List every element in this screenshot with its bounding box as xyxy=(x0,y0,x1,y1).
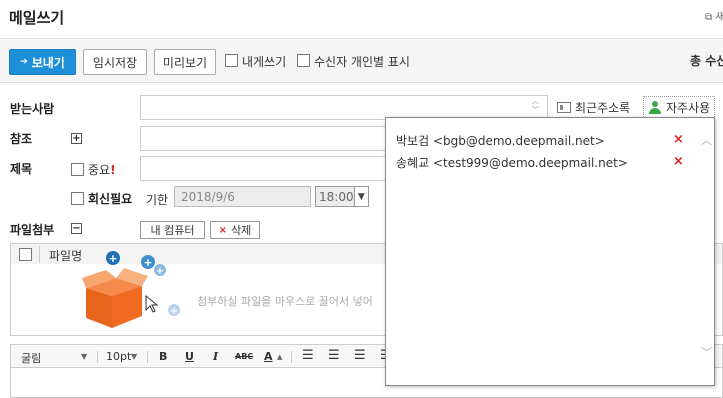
reply-required-label: 회신필요 xyxy=(88,192,133,206)
popout-link[interactable]: ⧉ 새 xyxy=(705,8,723,23)
toolbar: ➔ 보내기 임시저장 미리보기 내게쓰기 수신자 개인별 표시 xyxy=(0,39,723,83)
individual-display-label: 수신자 개인별 표시 xyxy=(314,55,410,69)
deadline-time-select[interactable]: 18:00 ▼ xyxy=(315,186,369,207)
select-all-files-checkbox[interactable] xyxy=(19,248,32,261)
self-write-checkbox[interactable] xyxy=(225,54,238,67)
scroll-down-icon[interactable]: ﹀ xyxy=(701,344,712,360)
frequent-contacts-label: 자주사용 xyxy=(666,101,711,115)
important-label: 중요! xyxy=(88,161,116,178)
remove-contact-icon[interactable]: × xyxy=(673,154,684,169)
svg-text:+: + xyxy=(108,252,117,265)
toolbar-separator xyxy=(147,351,148,363)
deadline-date-input[interactable]: 2018/9/6 xyxy=(174,186,311,207)
dropdown-arrow-icon: ▼ xyxy=(353,187,368,206)
recipient-label: 받는사람 xyxy=(10,102,55,116)
send-button[interactable]: ➔ 보내기 xyxy=(9,49,76,75)
preview-button[interactable]: 미리보기 xyxy=(154,49,216,75)
filename-column-header: 파일명 xyxy=(49,249,83,263)
send-button-label: 보내기 xyxy=(31,55,65,70)
recent-contacts-label: 최근주소록 xyxy=(575,101,631,115)
align-right-icon[interactable]: ☰ xyxy=(354,348,366,363)
deadline-label: 기한 xyxy=(146,193,169,207)
text-color-icon[interactable]: A xyxy=(264,350,273,363)
self-write-label: 내게쓰기 xyxy=(242,55,287,69)
remove-contact-icon[interactable]: × xyxy=(673,132,684,147)
chevron-down-icon: ﹀ xyxy=(532,106,539,114)
my-computer-button[interactable]: 내 컴퓨터 xyxy=(140,221,205,239)
attach-collapse-icon[interactable]: − xyxy=(71,223,82,234)
chevron-up-icon: ︿ xyxy=(532,97,539,105)
total-recipients-label: 총 수신 xyxy=(690,54,723,68)
text-color-dropdown-icon[interactable]: ▲ xyxy=(277,353,282,361)
deadline-time-value: 18:00 xyxy=(319,189,354,204)
frequent-contacts-button[interactable]: 자주사용 xyxy=(643,96,716,119)
svg-text:+: + xyxy=(143,256,152,269)
svg-text:+: + xyxy=(170,306,178,317)
important-checkbox[interactable] xyxy=(71,163,84,176)
reply-required-checkbox[interactable] xyxy=(71,192,84,205)
upload-box-icon: + + + + xyxy=(82,251,180,328)
font-family-select[interactable]: 굴림 xyxy=(21,350,41,366)
cc-input[interactable] xyxy=(140,126,390,151)
align-center-icon[interactable]: ☰ xyxy=(328,348,340,363)
contact-item[interactable]: 박보검 <bgb@demo.deepmail.net> xyxy=(396,132,605,149)
drop-instruction-text: 첨부하실 파일을 마우스로 끌어서 넣어 xyxy=(197,295,373,308)
italic-icon[interactable]: I xyxy=(213,350,218,363)
align-left-icon[interactable]: ☰ xyxy=(302,348,314,363)
font-family-dropdown-icon[interactable]: ▼ xyxy=(81,352,87,361)
popup-scrollbar[interactable]: ︿ ﹀ xyxy=(698,118,715,385)
toolbar-separator xyxy=(97,351,98,363)
contact-item[interactable]: 송혜교 <test999@demo.deepmail.net> xyxy=(396,154,628,171)
svg-text:+: + xyxy=(156,266,164,277)
font-family-value: 굴림 xyxy=(21,352,42,365)
subject-label: 제목 xyxy=(10,162,33,176)
scroll-up-icon[interactable]: ︿ xyxy=(701,132,712,148)
attach-label: 파일첨부 xyxy=(10,223,55,237)
send-arrow-icon: ➔ xyxy=(20,57,28,67)
column-divider xyxy=(39,246,40,263)
bold-icon[interactable]: B xyxy=(159,350,167,363)
popout-label: 새 xyxy=(715,12,723,23)
font-size-dropdown-icon[interactable]: ▼ xyxy=(131,352,137,361)
font-size-select[interactable]: 10pt xyxy=(106,350,131,363)
person-icon xyxy=(648,100,662,115)
cc-label: 참조 xyxy=(10,132,33,146)
temp-save-button[interactable]: 임시저장 xyxy=(83,49,147,75)
recent-contacts-button[interactable]: 최근주소록 xyxy=(557,99,630,116)
close-icon: × xyxy=(218,224,228,236)
subject-input[interactable] xyxy=(140,156,390,181)
recipient-scroll-arrows[interactable]: ︿ ﹀ xyxy=(532,97,539,115)
delete-attachment-button[interactable]: × 삭제 xyxy=(210,221,260,239)
font-size-value: 10pt xyxy=(106,350,132,363)
page-title: 메일쓰기 xyxy=(9,9,65,27)
individual-display-checkbox[interactable] xyxy=(297,54,310,67)
frequent-contacts-popup: 박보검 <bgb@demo.deepmail.net> × 송혜교 <test9… xyxy=(385,117,715,386)
important-mark-icon: ! xyxy=(110,163,116,177)
delete-label: 삭제 xyxy=(231,224,252,237)
important-text: 중요 xyxy=(88,163,111,177)
strikethrough-icon[interactable]: ABC xyxy=(235,352,253,361)
underline-icon[interactable]: U xyxy=(185,350,194,363)
toolbar-separator xyxy=(291,351,292,363)
cc-expand-icon[interactable]: + xyxy=(71,133,82,144)
address-card-icon xyxy=(557,102,571,113)
external-window-icon: ⧉ xyxy=(705,12,713,23)
